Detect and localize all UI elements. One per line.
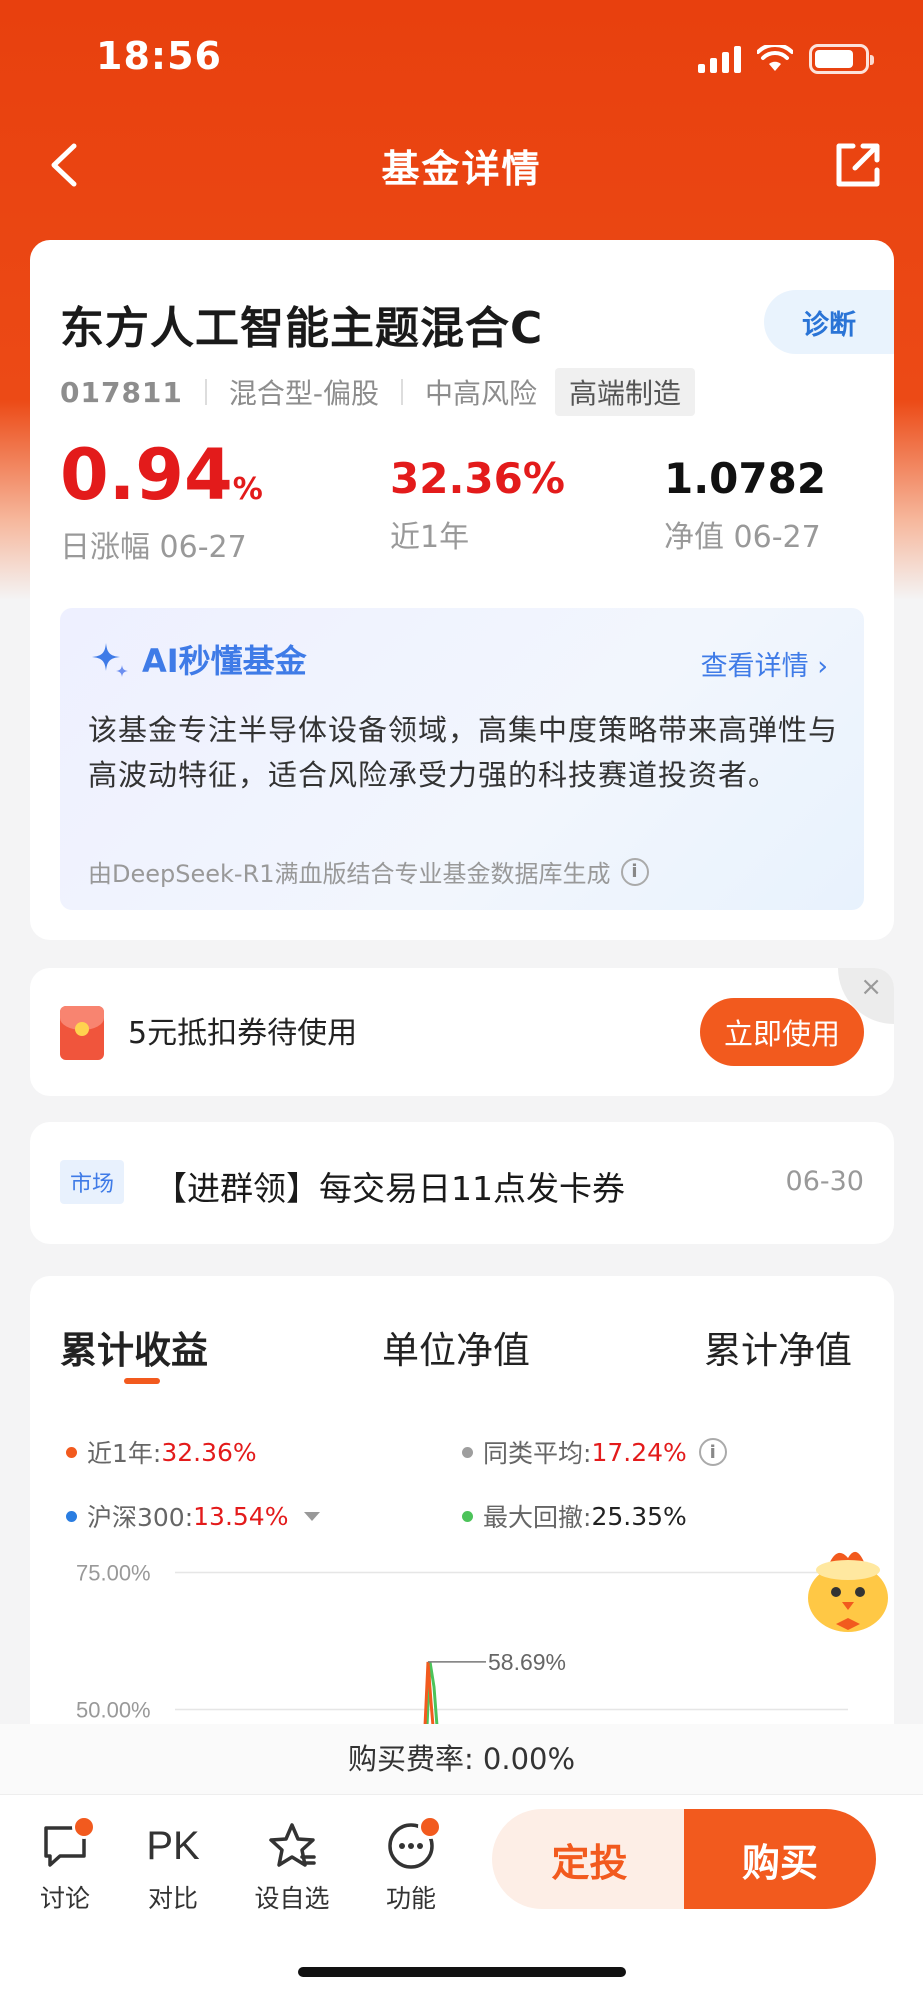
ai-detail-link[interactable]: 查看详情 › (701, 644, 828, 683)
pk-icon: PK (146, 1823, 200, 1868)
year-return-metric: 32.36% 近1年 (390, 458, 565, 556)
functions-button[interactable]: 功能 (366, 1815, 456, 1915)
tab-unit-nav[interactable]: 单位净值 (382, 1320, 530, 1374)
legend-hs300[interactable]: 沪深300: 13.54% (66, 1498, 321, 1534)
cellular-signal-icon (698, 45, 741, 73)
coupon-card: 5元抵扣券待使用 立即使用 × (30, 968, 894, 1096)
legend-label: 近1年: (87, 1439, 162, 1468)
fund-risk: 中高风险 (425, 377, 538, 410)
legend-value: 32.36% (161, 1437, 257, 1467)
daily-change-label: 日涨幅 06-27 (60, 530, 247, 565)
add-watchlist-label: 设自选 (254, 1884, 330, 1913)
daily-change-value: 0.94 (60, 434, 233, 516)
legend-peer-average: 同类平均: 17.24% i (462, 1434, 727, 1470)
tab-cumulative-return[interactable]: 累计收益 (60, 1320, 208, 1374)
use-coupon-button[interactable]: 立即使用 (700, 998, 864, 1066)
add-watchlist-button[interactable]: 设自选 (247, 1815, 337, 1915)
notice-tag: 市场 (60, 1160, 125, 1204)
status-time: 18:56 (96, 34, 222, 78)
legend-label: 沪深300: (87, 1503, 194, 1532)
nav-label: 净值 06-27 (664, 520, 821, 555)
nav-value: 1.0782 (664, 454, 827, 503)
fund-type: 混合型-偏股 (228, 377, 380, 410)
theme-tag[interactable]: 高端制造 (555, 368, 696, 416)
nav-bar: 基金详情 (0, 120, 923, 210)
red-packet-icon (60, 1006, 104, 1060)
performance-chart[interactable]: 75.00% 50.00% 58.69% (30, 1556, 894, 1726)
y-tick-label: 75.00% (76, 1560, 151, 1585)
notification-dot (418, 1815, 442, 1839)
ai-source-note: 由DeepSeek-R1满血版结合专业基金数据库生成 i (88, 854, 649, 889)
info-icon[interactable]: i (698, 1438, 727, 1466)
legend-dot (66, 1510, 77, 1522)
page-title: 基金详情 (381, 147, 542, 191)
notice-text: 【进群领】每交易日11点发卡券 (154, 1169, 625, 1208)
functions-label: 功能 (385, 1884, 436, 1913)
coupon-text: 5元抵扣券待使用 (128, 1016, 358, 1051)
ai-title: AI秒懂基金 (142, 642, 307, 680)
ai-source-text: 由DeepSeek-R1满血版结合专业基金数据库生成 (88, 860, 611, 888)
legend-max-drawdown: 最大回撤: 25.35% (462, 1498, 687, 1534)
star-icon (269, 1823, 316, 1867)
year-return-label: 近1年 (390, 520, 470, 555)
daily-change-unit: % (232, 472, 263, 507)
purchase-fee: 购买费率: 0.00% (0, 1724, 923, 1794)
legend-one-year: 近1年: 32.36% (66, 1434, 257, 1470)
daily-change-metric: 0.94% 日涨幅 06-27 (60, 440, 263, 566)
compare-label: 对比 (147, 1884, 198, 1913)
share-icon[interactable] (829, 136, 887, 194)
info-icon[interactable]: i (620, 857, 649, 886)
diagnose-button[interactable]: 诊断 (764, 290, 894, 354)
fund-summary-card: 东方人工智能主题混合C 诊断 017811 混合型-偏股 中高风险 高端制造 0… (30, 240, 894, 940)
ai-summary-text: 该基金专注半导体设备领域，高集中度策略带来高弹性与高波动特征，适合风险承受力强的… (88, 713, 839, 792)
fund-meta: 017811 混合型-偏股 中高风险 高端制造 (60, 368, 696, 416)
wifi-icon (757, 45, 793, 71)
discuss-button[interactable]: 讨论 (20, 1815, 110, 1915)
auto-invest-button[interactable]: 定投 (492, 1809, 687, 1909)
divider (204, 379, 207, 405)
ai-summary-box: AI秒懂基金 查看详情 › 该基金专注半导体设备领域，高集中度策略带来高弹性与高… (60, 608, 864, 910)
bottom-action-bar: 讨论 PK 对比 设自选 功能 定投 购买 (0, 1794, 923, 1997)
legend-value: 13.54% (193, 1501, 289, 1531)
chart-tabs: 累计收益 单位净值 累计净值 (30, 1320, 894, 1400)
legend-dot (462, 1446, 473, 1458)
battery-icon (809, 44, 874, 74)
legend-label: 最大回撤: (483, 1503, 592, 1532)
tab-cumulative-nav[interactable]: 累计净值 (704, 1320, 852, 1374)
compare-button[interactable]: PK 对比 (128, 1815, 218, 1915)
legend-label: 同类平均: (483, 1439, 592, 1468)
legend-value: 17.24% (591, 1437, 687, 1467)
divider (401, 379, 404, 405)
tab-indicator (124, 1378, 160, 1384)
fund-code: 017811 (60, 375, 183, 409)
discuss-label: 讨论 (39, 1884, 90, 1913)
legend-dot (462, 1510, 473, 1522)
home-indicator (298, 1967, 626, 1977)
peak-annotation: 58.69% (488, 1649, 566, 1675)
legend-dot (66, 1446, 77, 1458)
notification-dot (72, 1815, 96, 1839)
sparkle-icon (92, 643, 128, 677)
notice-date: 06-30 (785, 1166, 864, 1197)
mascot-chick-icon[interactable] (798, 1540, 898, 1640)
buy-button[interactable]: 购买 (684, 1809, 876, 1909)
chevron-down-icon[interactable] (304, 1511, 321, 1521)
year-return-value: 32.36% (390, 454, 565, 503)
ai-header: AI秒懂基金 (88, 636, 307, 682)
fund-name: 东方人工智能主题混合C (60, 303, 544, 354)
notice-card[interactable]: 市场 【进群领】每交易日11点发卡券 06-30 (30, 1122, 894, 1244)
status-bar: 18:56 (0, 0, 923, 120)
status-icons (698, 44, 874, 74)
nav-metric: 1.0782 净值 06-27 (664, 458, 826, 556)
legend-value: 25.35% (591, 1501, 687, 1531)
y-tick-label: 50.00% (76, 1698, 151, 1723)
